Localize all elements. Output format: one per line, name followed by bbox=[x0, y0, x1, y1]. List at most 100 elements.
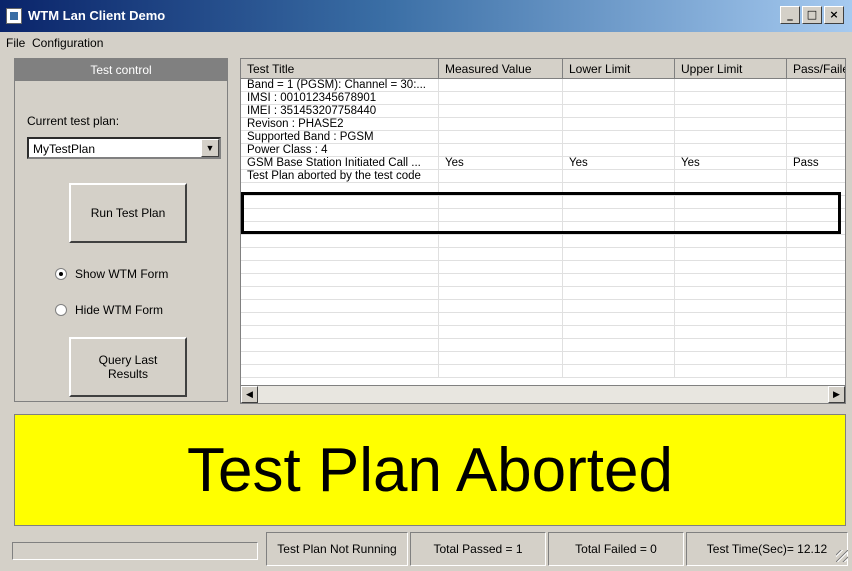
table-cell: IMSI : 001012345678901 bbox=[241, 92, 439, 105]
table-cell bbox=[563, 365, 675, 378]
table-row[interactable]: Supported Band : PGSM bbox=[241, 131, 845, 144]
table-row[interactable] bbox=[241, 274, 845, 287]
close-button[interactable]: × bbox=[824, 6, 844, 24]
table-cell bbox=[563, 222, 675, 235]
table-row[interactable] bbox=[241, 339, 845, 352]
grid-header: Test Title Measured Value Lower Limit Up… bbox=[241, 59, 845, 79]
table-cell bbox=[563, 352, 675, 365]
table-row[interactable] bbox=[241, 261, 845, 274]
column-header-pass-fail[interactable]: Pass/Faile bbox=[787, 59, 845, 79]
table-cell: Yes bbox=[439, 157, 563, 170]
table-cell bbox=[563, 144, 675, 157]
status-bar: Test Plan Not Running Total Passed = 1 T… bbox=[0, 532, 852, 568]
table-row[interactable] bbox=[241, 248, 845, 261]
table-cell bbox=[787, 313, 845, 326]
table-row[interactable] bbox=[241, 209, 845, 222]
show-wtm-form-radio[interactable]: Show WTM Form bbox=[55, 267, 168, 281]
hide-wtm-form-label: Hide WTM Form bbox=[75, 303, 163, 317]
test-plan-value: MyTestPlan bbox=[33, 142, 96, 156]
table-row[interactable]: IMSI : 001012345678901 bbox=[241, 92, 845, 105]
table-row[interactable] bbox=[241, 287, 845, 300]
radio-unselected-icon bbox=[55, 304, 67, 316]
table-cell bbox=[439, 235, 563, 248]
run-test-plan-button[interactable]: Run Test Plan bbox=[69, 183, 187, 243]
horizontal-scrollbar[interactable]: ◀ ▶ bbox=[241, 385, 845, 403]
table-cell bbox=[787, 79, 845, 92]
table-cell bbox=[563, 326, 675, 339]
table-cell bbox=[439, 287, 563, 300]
table-cell bbox=[787, 196, 845, 209]
table-row[interactable]: IMEI : 351453207758440 bbox=[241, 105, 845, 118]
table-row[interactable] bbox=[241, 235, 845, 248]
minimize-button[interactable]: _ bbox=[780, 6, 800, 24]
table-row[interactable]: Power Class : 4 bbox=[241, 144, 845, 157]
table-row[interactable] bbox=[241, 196, 845, 209]
app-window: WTM Lan Client Demo _ □ × File Configura… bbox=[0, 0, 852, 571]
table-cell bbox=[439, 131, 563, 144]
query-button-line2: Results bbox=[107, 367, 148, 381]
table-cell bbox=[675, 183, 787, 196]
table-cell bbox=[675, 326, 787, 339]
table-cell bbox=[241, 209, 439, 222]
query-last-results-button[interactable]: Query Last Results bbox=[69, 337, 187, 397]
table-row[interactable]: GSM Base Station Initiated Call ... Yes Ye… bbox=[241, 157, 845, 170]
grid-body: Band = 1 (PGSM): Channel = 30:... IMSI : … bbox=[241, 79, 845, 384]
table-cell bbox=[675, 144, 787, 157]
table-cell bbox=[675, 313, 787, 326]
table-row[interactable]: Band = 1 (PGSM): Channel = 30:... bbox=[241, 79, 845, 92]
table-cell bbox=[563, 118, 675, 131]
table-cell bbox=[563, 313, 675, 326]
title-bar[interactable]: WTM Lan Client Demo _ □ × bbox=[0, 0, 852, 32]
table-cell bbox=[563, 287, 675, 300]
table-cell bbox=[563, 131, 675, 144]
hide-wtm-form-radio[interactable]: Hide WTM Form bbox=[55, 303, 163, 317]
table-row[interactable] bbox=[241, 300, 845, 313]
table-cell: IMEI : 351453207758440 bbox=[241, 105, 439, 118]
table-row[interactable] bbox=[241, 313, 845, 326]
column-header-test-title[interactable]: Test Title bbox=[241, 59, 439, 79]
table-cell bbox=[675, 222, 787, 235]
table-cell bbox=[563, 79, 675, 92]
table-cell bbox=[439, 92, 563, 105]
current-plan-label: Current test plan: bbox=[27, 114, 120, 128]
table-cell bbox=[563, 261, 675, 274]
table-row[interactable] bbox=[241, 365, 845, 378]
table-cell bbox=[563, 248, 675, 261]
table-cell bbox=[787, 274, 845, 287]
table-cell bbox=[439, 261, 563, 274]
menu-file[interactable]: File bbox=[6, 36, 25, 50]
table-cell bbox=[787, 222, 845, 235]
table-cell bbox=[241, 352, 439, 365]
column-header-upper-limit[interactable]: Upper Limit bbox=[675, 59, 787, 79]
table-cell bbox=[439, 79, 563, 92]
menu-configuration[interactable]: Configuration bbox=[32, 36, 103, 50]
table-row[interactable]: Revison : PHASE2 bbox=[241, 118, 845, 131]
table-cell bbox=[439, 248, 563, 261]
table-row[interactable] bbox=[241, 222, 845, 235]
chevron-down-icon[interactable]: ▼ bbox=[201, 139, 219, 157]
column-header-measured-value[interactable]: Measured Value bbox=[439, 59, 563, 79]
table-cell bbox=[439, 105, 563, 118]
table-cell bbox=[241, 365, 439, 378]
table-row[interactable] bbox=[241, 352, 845, 365]
scroll-left-icon[interactable]: ◀ bbox=[241, 386, 258, 403]
table-cell bbox=[241, 287, 439, 300]
status-total-passed: Total Passed = 1 bbox=[410, 532, 546, 566]
table-cell: Supported Band : PGSM bbox=[241, 131, 439, 144]
table-cell bbox=[675, 118, 787, 131]
table-cell bbox=[787, 287, 845, 300]
maximize-button[interactable]: □ bbox=[802, 6, 822, 24]
table-row[interactable] bbox=[241, 183, 845, 196]
test-plan-select[interactable]: MyTestPlan ▼ bbox=[27, 137, 221, 159]
table-row[interactable]: Test Plan aborted by the test code bbox=[241, 170, 845, 183]
banner-text: Test Plan Aborted bbox=[187, 435, 673, 505]
scroll-right-icon[interactable]: ▶ bbox=[828, 386, 845, 403]
radio-selected-icon bbox=[55, 268, 67, 280]
column-header-lower-limit[interactable]: Lower Limit bbox=[563, 59, 675, 79]
table-row[interactable] bbox=[241, 326, 845, 339]
table-cell bbox=[439, 144, 563, 157]
results-grid[interactable]: Test Title Measured Value Lower Limit Up… bbox=[240, 58, 846, 404]
resize-grip-icon[interactable] bbox=[836, 550, 848, 562]
table-cell bbox=[787, 170, 845, 183]
table-cell bbox=[241, 261, 439, 274]
